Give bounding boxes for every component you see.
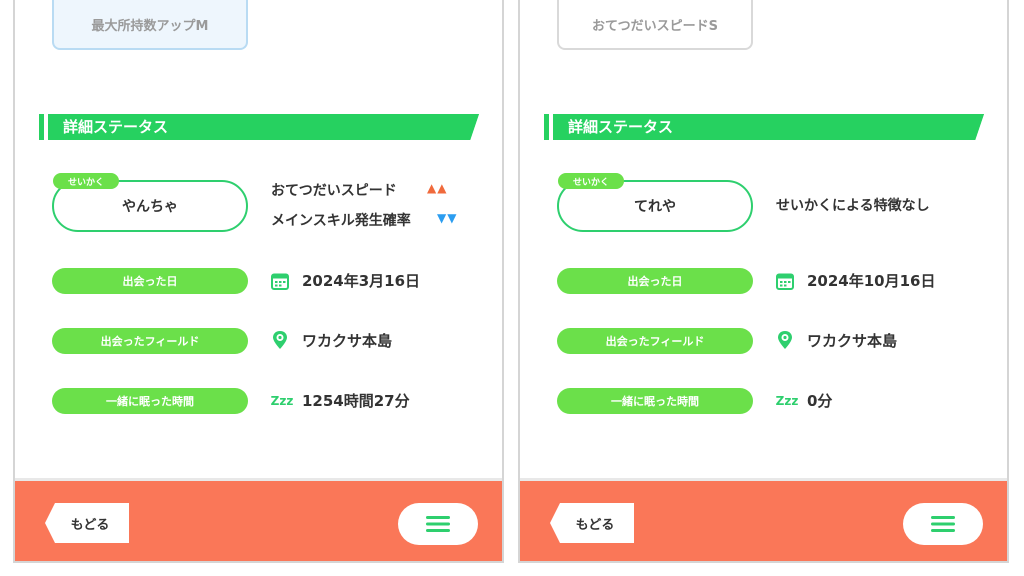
footer-bar: もどる — [15, 478, 502, 561]
nature-effect-up: おてつだいスピード — [271, 183, 397, 199]
detail-panel-left: 最大所持数アップM 詳細ステータス やんちゃ せいかく おてつだいスピード ▲▲… — [13, 0, 504, 563]
sleep-time-label: 一緒に眠った時間 — [52, 388, 248, 414]
section-header: 詳細ステータス — [544, 114, 984, 140]
sleep-zzz-icon: Zzz — [775, 394, 799, 408]
arrow-down-icon: ▼▼ — [437, 211, 458, 225]
section-title: 詳細ステータス — [568, 118, 674, 136]
sleep-time-value: 1254時間27分 — [302, 392, 410, 410]
back-button-label: もどる — [70, 517, 110, 533]
met-field-label: 出会ったフィールド — [52, 328, 248, 354]
arrow-up-icon: ▲▲ — [427, 181, 448, 195]
sleep-time-value: 0分 — [807, 392, 833, 410]
nature-effect-down: メインスキル発生確率 — [271, 213, 411, 229]
skill-tag: 最大所持数アップM — [52, 0, 248, 50]
met-field-value: ワカクサ本島 — [302, 332, 393, 350]
met-date-label: 出会った日 — [52, 268, 248, 294]
skill-tag: おてつだいスピードS — [557, 0, 753, 50]
back-button[interactable]: もどる — [45, 503, 129, 543]
nature-label: せいかく — [53, 173, 119, 189]
sleep-zzz-icon: Zzz — [270, 394, 294, 408]
nature-effect-none: せいかくによる特徴なし — [776, 198, 930, 214]
met-date-label: 出会った日 — [557, 268, 753, 294]
met-field-label: 出会ったフィールド — [557, 328, 753, 354]
map-pin-icon — [271, 330, 289, 350]
footer-bar: もどる — [520, 478, 1007, 561]
section-header: 詳細ステータス — [39, 114, 479, 140]
detail-panel-right: おてつだいスピードS 詳細ステータス てれや せいかく せいかくによる特徴なし … — [518, 0, 1009, 563]
hamburger-menu-icon — [931, 516, 955, 532]
map-pin-icon — [776, 330, 794, 350]
sleep-time-label: 一緒に眠った時間 — [557, 388, 753, 414]
section-title: 詳細ステータス — [63, 118, 169, 136]
back-button[interactable]: もどる — [550, 503, 634, 543]
back-button-label: もどる — [575, 517, 615, 533]
met-field-value: ワカクサ本島 — [807, 332, 898, 350]
met-date-value: 2024年3月16日 — [302, 272, 421, 290]
menu-button[interactable] — [903, 503, 983, 545]
calendar-icon — [271, 271, 289, 291]
hamburger-menu-icon — [426, 516, 450, 532]
calendar-icon — [776, 271, 794, 291]
met-date-value: 2024年10月16日 — [807, 272, 936, 290]
nature-label: せいかく — [558, 173, 624, 189]
menu-button[interactable] — [398, 503, 478, 545]
